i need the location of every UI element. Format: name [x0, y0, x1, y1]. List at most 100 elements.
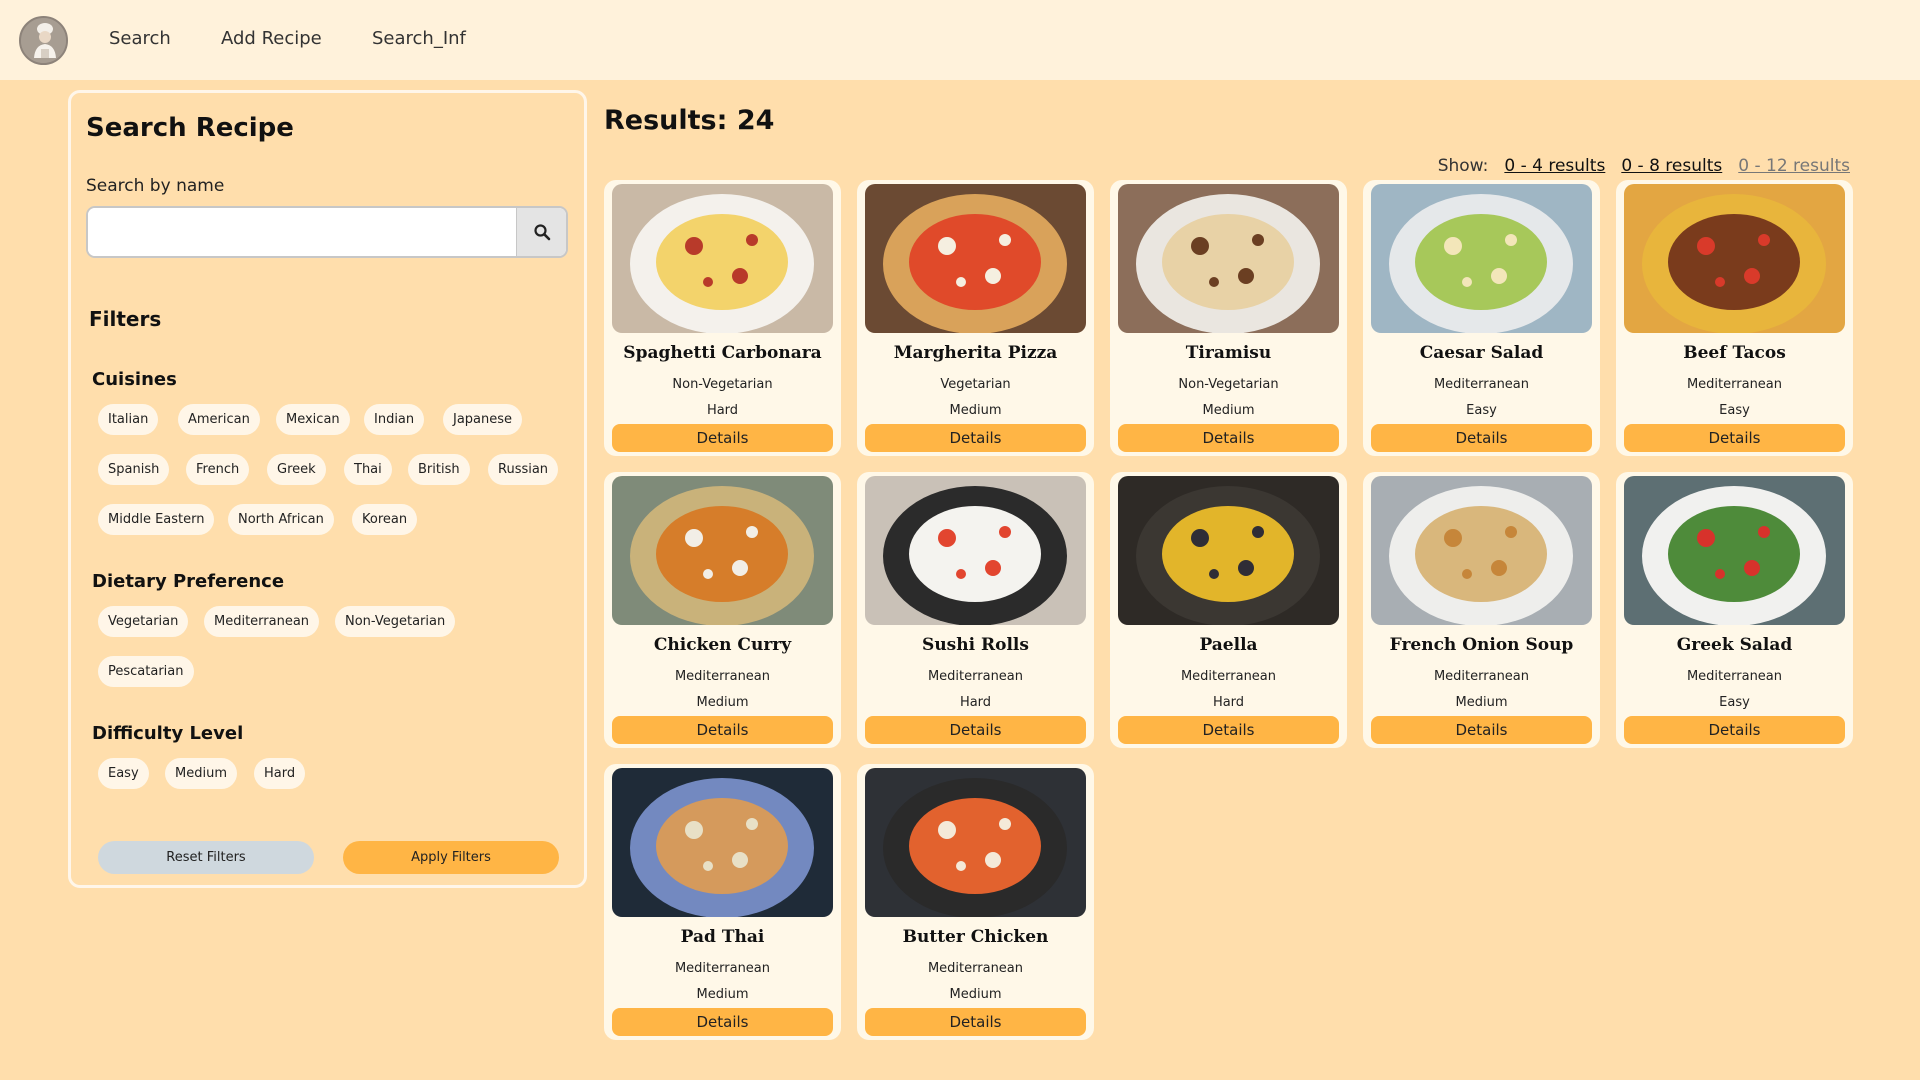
details-button[interactable]: Details	[1624, 424, 1845, 452]
details-button[interactable]: Details	[1118, 424, 1339, 452]
recipe-diet: Mediterranean	[1433, 669, 1530, 684]
show-label: Show:	[1437, 156, 1489, 176]
recipe-card: Margherita Pizza Vegetarian Medium Details	[857, 180, 1094, 456]
recipe-name: Greek Salad	[1676, 635, 1793, 655]
details-button[interactable]: Details	[612, 1008, 833, 1036]
greek-salad-image[interactable]	[1624, 476, 1845, 625]
recipe-difficulty: Hard	[959, 695, 992, 710]
recipe-diet: Mediterranean	[927, 961, 1024, 976]
details-button[interactable]: Details	[612, 424, 833, 452]
recipe-difficulty: Medium	[696, 987, 749, 1002]
tiramisu-image[interactable]	[1118, 184, 1339, 333]
search-button[interactable]	[516, 208, 566, 256]
details-button[interactable]: Details	[1371, 716, 1592, 744]
recipe-card: Pad Thai Mediterranean Medium Details	[604, 764, 841, 1040]
recipe-card: Butter Chicken Mediterranean Medium Details	[857, 764, 1094, 1040]
results-count-title: Results: 24	[604, 105, 775, 136]
salad-image[interactable]	[1371, 184, 1592, 333]
chip-diet-pescatarian[interactable]: Pescatarian	[98, 656, 194, 687]
nav-link-add-recipe[interactable]: Add Recipe	[221, 28, 322, 49]
chip-cuisine-greek[interactable]: Greek	[267, 454, 326, 485]
details-button[interactable]: Details	[612, 716, 833, 744]
chip-difficulty-easy[interactable]: Easy	[98, 758, 149, 789]
chip-cuisine-middle-eastern[interactable]: Middle Eastern	[98, 504, 215, 535]
nav-link-search-inf[interactable]: Search_Inf	[372, 28, 466, 49]
recipe-name: Tiramisu	[1185, 343, 1272, 363]
difficulty-title: Difficulty Level	[92, 723, 244, 744]
chip-cuisine-thai[interactable]: Thai	[344, 454, 392, 485]
show-results-selector: Show: 0 - 4 results 0 - 8 results 0 - 12…	[1438, 156, 1850, 176]
dietary-title: Dietary Preference	[92, 571, 285, 592]
recipe-name: Pad Thai	[680, 927, 765, 947]
show-4-results-link[interactable]: 0 - 4 results	[1504, 156, 1605, 176]
chip-difficulty-hard[interactable]: Hard	[254, 758, 306, 789]
details-button[interactable]: Details	[865, 1008, 1086, 1036]
chef-logo-icon[interactable]	[19, 16, 68, 65]
filters-title: Filters	[89, 307, 162, 331]
show-8-results-link[interactable]: 0 - 8 results	[1621, 156, 1722, 176]
cuisines-title: Cuisines	[92, 369, 177, 390]
recipe-diet: Vegetarian	[940, 377, 1011, 392]
chip-cuisine-french[interactable]: French	[186, 454, 250, 485]
chip-cuisine-japanese[interactable]: Japanese	[443, 404, 523, 435]
pizza-image[interactable]	[865, 184, 1086, 333]
recipe-name: Beef Tacos	[1683, 343, 1786, 363]
recipe-card: Greek Salad Mediterranean Easy Details	[1616, 472, 1853, 748]
recipe-diet: Non-Vegetarian	[672, 377, 773, 392]
recipe-difficulty: Hard	[706, 403, 739, 418]
sidebar-title: Search Recipe	[86, 113, 294, 143]
recipe-card: Sushi Rolls Mediterranean Hard Details	[857, 472, 1094, 748]
chip-cuisine-italian[interactable]: Italian	[98, 404, 159, 435]
recipe-diet: Mediterranean	[1686, 669, 1783, 684]
recipe-diet: Non-Vegetarian	[1178, 377, 1279, 392]
recipe-name: Chicken Curry	[653, 635, 792, 655]
details-button[interactable]: Details	[865, 716, 1086, 744]
recipe-diet: Mediterranean	[927, 669, 1024, 684]
nav-link-search[interactable]: Search	[109, 28, 171, 49]
apply-filters-button[interactable]: Apply Filters	[343, 841, 559, 874]
pasta-image[interactable]	[612, 184, 833, 333]
recipe-card: Chicken Curry Mediterranean Medium Details	[604, 472, 841, 748]
chip-cuisine-british[interactable]: British	[408, 454, 470, 485]
tacos-image[interactable]	[1624, 184, 1845, 333]
details-button[interactable]: Details	[1118, 716, 1339, 744]
chip-diet-vegetarian[interactable]: Vegetarian	[98, 606, 189, 637]
search-input[interactable]	[88, 208, 516, 256]
chip-cuisine-indian[interactable]: Indian	[364, 404, 425, 435]
details-button[interactable]: Details	[1371, 424, 1592, 452]
search-sidebar: Search Recipe Search by name Filters Cui…	[68, 90, 587, 888]
details-button[interactable]: Details	[865, 424, 1086, 452]
chip-cuisine-korean[interactable]: Korean	[352, 504, 418, 535]
recipe-difficulty: Easy	[1466, 403, 1497, 418]
chip-diet-mediterranean[interactable]: Mediterranean	[204, 606, 320, 637]
top-nav: Search Add Recipe Search_Inf	[0, 0, 1920, 80]
pad-thai-image[interactable]	[612, 768, 833, 917]
chip-cuisine-russian[interactable]: Russian	[488, 454, 559, 485]
recipe-difficulty: Hard	[1212, 695, 1245, 710]
chip-cuisine-spanish[interactable]: Spanish	[98, 454, 170, 485]
curry-image[interactable]	[612, 476, 833, 625]
search-icon	[533, 224, 550, 241]
reset-filters-button[interactable]: Reset Filters	[98, 841, 314, 874]
recipe-difficulty: Easy	[1719, 403, 1750, 418]
recipe-card: Beef Tacos Mediterranean Easy Details	[1616, 180, 1853, 456]
paella-image[interactable]	[1118, 476, 1339, 625]
soup-image[interactable]	[1371, 476, 1592, 625]
sushi-image[interactable]	[865, 476, 1086, 625]
chip-cuisine-mexican[interactable]: Mexican	[276, 404, 350, 435]
recipe-name: Paella	[1199, 635, 1258, 655]
chip-diet-non-vegetarian[interactable]: Non-Vegetarian	[335, 606, 456, 637]
chip-difficulty-medium[interactable]: Medium	[165, 758, 237, 789]
chip-cuisine-north-african[interactable]: North African	[228, 504, 334, 535]
recipe-card: French Onion Soup Mediterranean Medium Deta…	[1363, 472, 1600, 748]
recipe-difficulty: Easy	[1719, 695, 1750, 710]
show-12-results-link[interactable]: 0 - 12 results	[1738, 156, 1850, 176]
recipe-diet: Mediterranean	[1686, 377, 1783, 392]
recipe-difficulty: Medium	[949, 987, 1002, 1002]
recipe-diet: Mediterranean	[674, 669, 771, 684]
chip-cuisine-american[interactable]: American	[178, 404, 260, 435]
recipe-name: French Onion Soup	[1389, 635, 1574, 655]
recipe-name: Caesar Salad	[1419, 343, 1544, 363]
butter-chicken-image[interactable]	[865, 768, 1086, 917]
details-button[interactable]: Details	[1624, 716, 1845, 744]
